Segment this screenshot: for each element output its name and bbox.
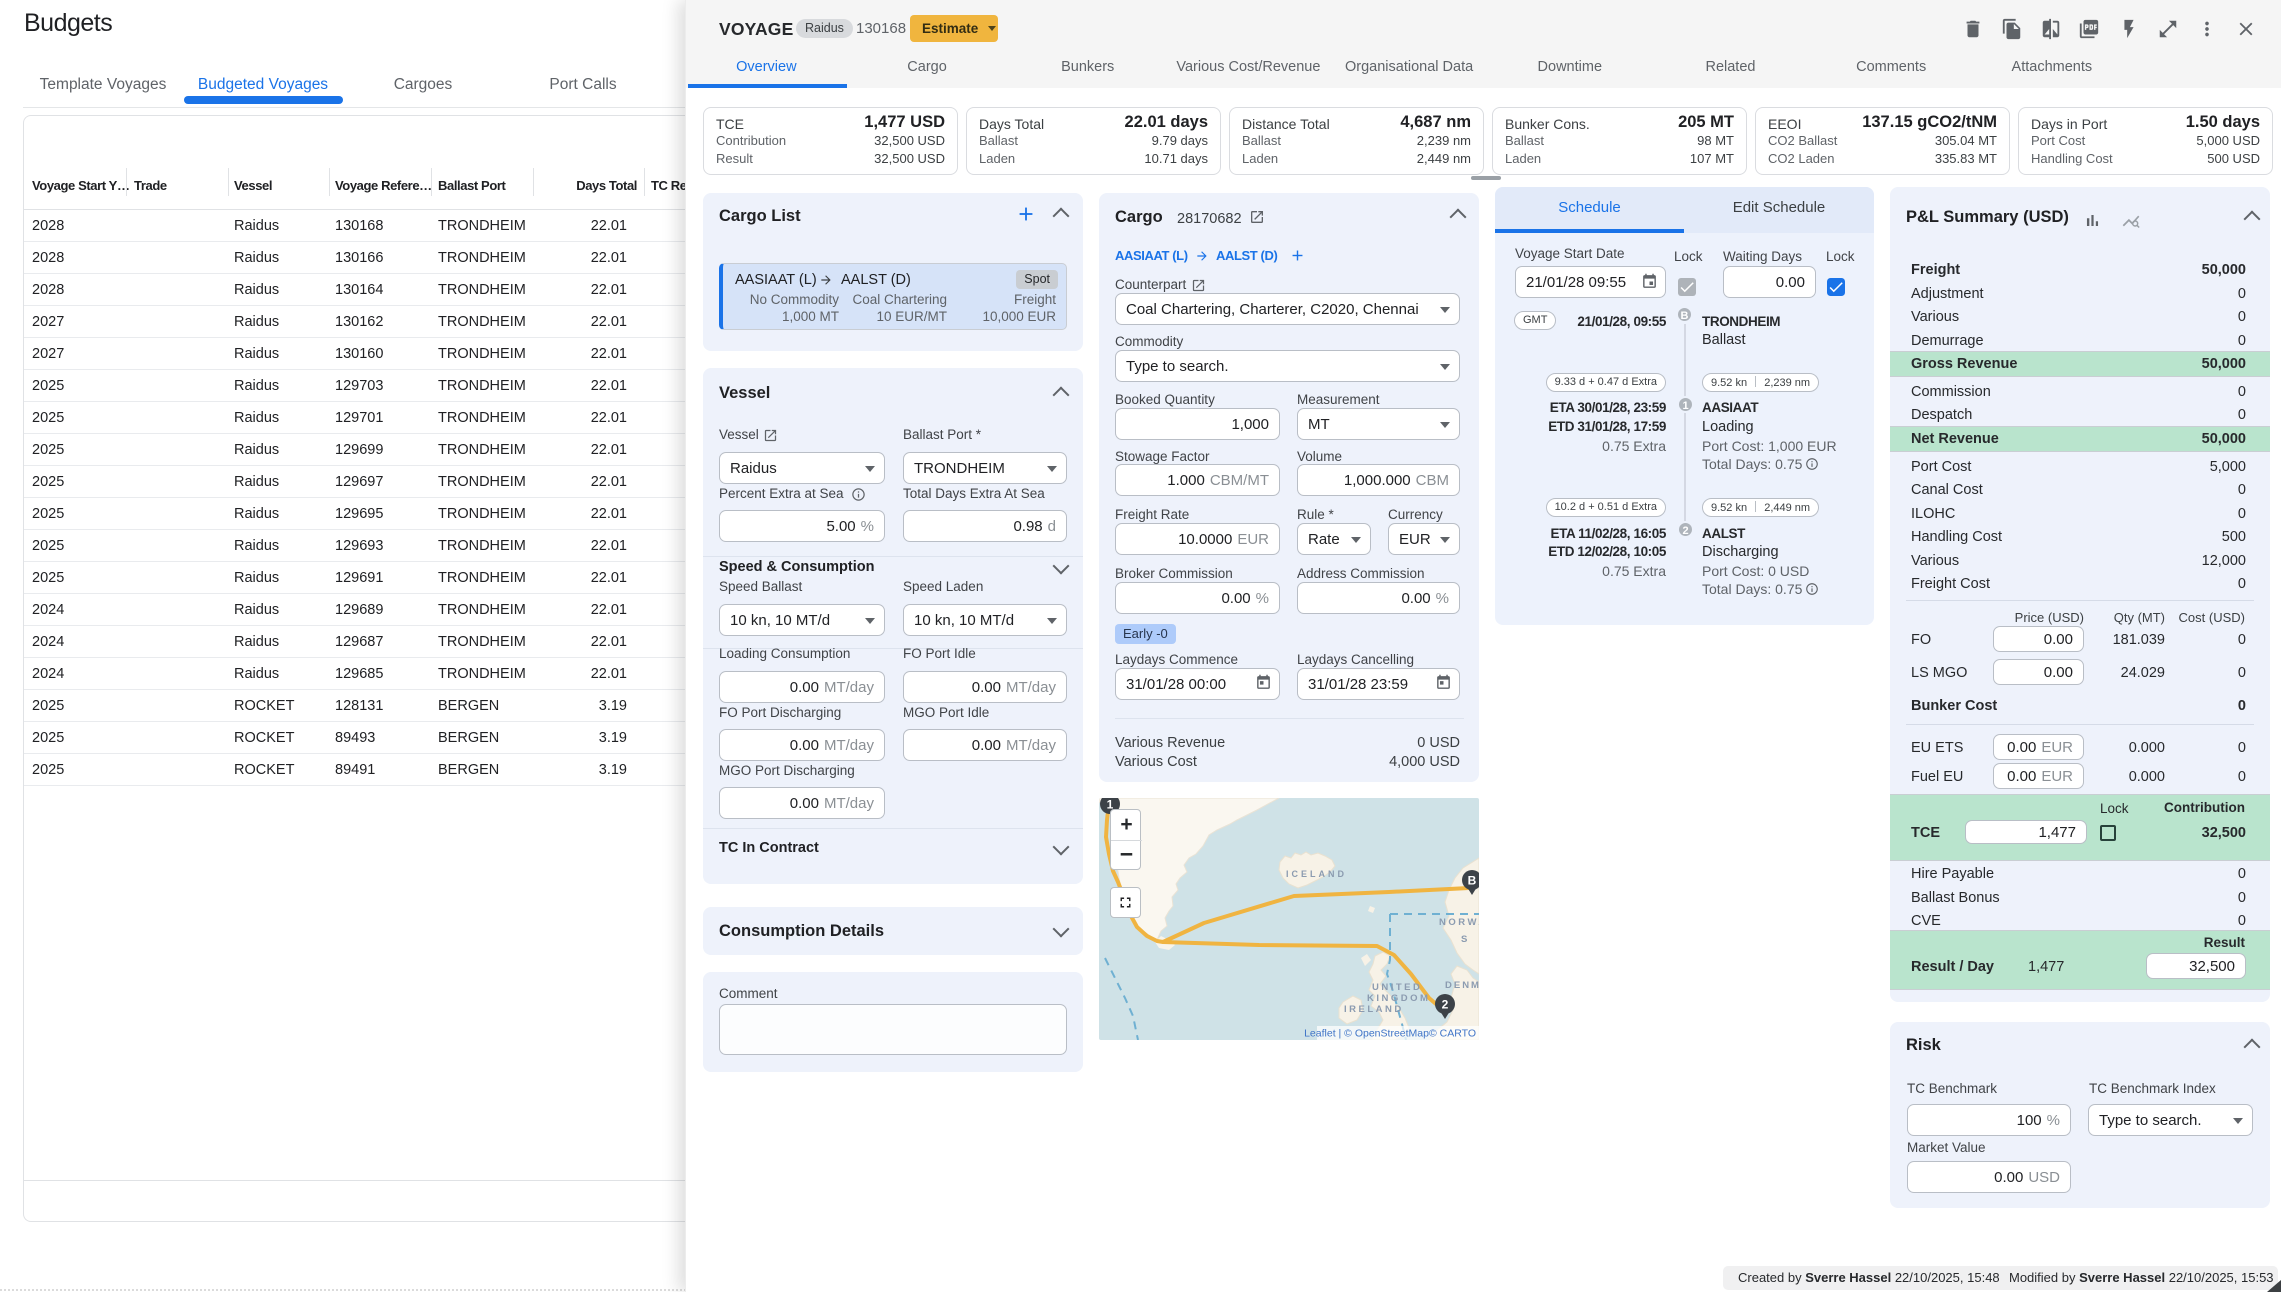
svg-text:ICELAND: ICELAND [1286,869,1347,879]
svg-text:2: 2 [1442,998,1449,1012]
svg-text:B: B [1468,874,1477,888]
svg-text:S: S [1461,934,1469,945]
svg-text:Leaflet | © OpenStreetMap© CAR: Leaflet | © OpenStreetMap© CARTO [1304,1028,1476,1040]
svg-text:IRELAND: IRELAND [1344,1004,1404,1015]
svg-text:DENM: DENM [1445,980,1479,991]
svg-text:KINGDOM: KINGDOM [1367,993,1430,1004]
svg-text:UNITED: UNITED [1372,982,1422,993]
svg-text:NORWA: NORWA [1439,917,1479,928]
